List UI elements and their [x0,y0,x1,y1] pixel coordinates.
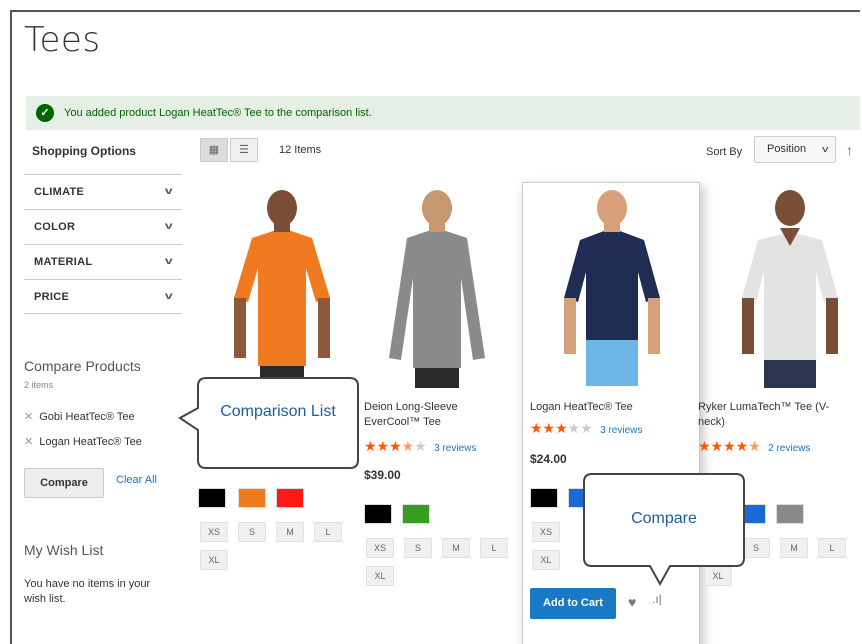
product-rating: ★★★★★ 3 reviews [530,420,642,437]
chevron-down-icon: v [164,291,174,302]
filter-label: PRICE [34,291,70,303]
product-rating: ★★★★★ 2 reviews [698,438,810,455]
rating-stars: ★★★★★ [364,438,427,454]
rating-stars: ★★★★★ [698,438,761,454]
color-swatch[interactable] [276,488,304,508]
size-swatch[interactable]: S [238,522,266,542]
callout-shape [178,377,359,469]
filter-label: CLIMATE [34,186,85,198]
compare-count: 2 items [24,380,54,390]
success-message: ✓ You added product Logan HeatTec® Tee t… [26,96,860,130]
compare-item: ✕ Logan HeatTec® Tee [24,435,142,448]
compare-item-label[interactable]: Logan HeatTec® Tee [39,436,142,448]
size-swatch[interactable]: M [442,538,470,558]
size-swatch[interactable]: S [404,538,432,558]
size-swatch[interactable]: XL [532,550,560,570]
filter-material[interactable]: MATERIAL v [24,244,182,279]
size-swatch[interactable]: L [314,522,342,542]
filter-label: MATERIAL [34,256,93,268]
product-photo [742,190,838,388]
heart-icon[interactable]: ♥ [628,594,636,610]
clear-all-link[interactable]: Clear All [116,474,157,486]
compare-callout: Compare [582,472,748,590]
rating-stars: ★★★★★ [530,420,593,436]
check-icon: ✓ [36,104,54,122]
color-swatch[interactable] [402,504,430,524]
color-swatch[interactable] [530,488,558,508]
color-swatch[interactable] [238,488,266,508]
product-price: $39.00 [364,468,401,482]
callout-text: Comparison List [220,403,336,420]
callout-shape [583,473,745,587]
page-frame: Tees ✓ You added product Logan HeatTec® … [10,10,860,644]
chevron-down-icon: v [164,256,174,267]
filter-climate[interactable]: CLIMATE v [24,174,182,209]
size-swatch[interactable]: XS [366,538,394,558]
page-title: Tees [24,20,101,60]
compare-products-title: Compare Products [24,358,141,374]
callout-text: Compare [631,510,697,527]
size-swatch[interactable]: L [818,538,846,558]
filter-color[interactable]: COLOR v [24,209,182,244]
color-swatch[interactable] [198,488,226,508]
product-price: $24.00 [530,452,567,466]
size-swatch[interactable]: M [276,522,304,542]
size-swatch[interactable]: XL [366,566,394,586]
reviews-link[interactable]: 3 reviews [434,443,476,454]
sort-by-label: Sort By [706,146,743,158]
product-image[interactable] [720,188,860,391]
compare-item-label[interactable]: Gobi HeatTec® Tee [39,411,134,423]
items-count: 12 Items [279,144,322,156]
comparison-list-callout: Comparison List [176,376,362,472]
color-swatch[interactable] [364,504,392,524]
product-image[interactable] [367,188,507,391]
size-swatch[interactable]: M [780,538,808,558]
sort-select[interactable]: Position v [754,136,836,163]
chevron-down-icon: v [164,186,174,197]
size-swatch[interactable]: XS [200,522,228,542]
product-name[interactable]: Deion Long-Sleeve EverCool™ Tee [364,400,494,430]
chevron-down-icon: v [821,144,828,154]
grid-view-icon[interactable]: ▦ [200,138,228,162]
wish-list-title: My Wish List [24,542,104,558]
size-swatch[interactable]: XS [532,522,560,542]
reviews-link[interactable]: 2 reviews [768,443,810,454]
size-swatch[interactable]: L [480,538,508,558]
add-to-cart-button[interactable]: Add to Cart [530,588,616,619]
remove-icon[interactable]: ✕ [24,411,33,423]
compare-button[interactable]: Compare [24,468,104,498]
filter-label: COLOR [34,221,76,233]
size-swatch[interactable]: XL [200,550,228,570]
sort-value: Position [767,143,807,155]
filter-price[interactable]: PRICE v [24,279,182,314]
product-image[interactable] [542,188,682,391]
shopping-options-title: Shopping Options [32,144,136,158]
compare-icon[interactable]: .ı| [652,592,662,606]
compare-item: ✕ Gobi HeatTec® Tee [24,410,135,423]
reviews-link[interactable]: 3 reviews [600,425,642,436]
remove-icon[interactable]: ✕ [24,436,33,448]
product-image[interactable] [212,188,352,391]
product-photo [389,190,485,388]
color-swatch[interactable] [776,504,804,524]
wish-list-text: You have no items in your wish list. [24,578,151,605]
product-name[interactable]: Logan HeatTec® Tee [530,400,680,415]
product-photo [564,190,660,386]
product-name[interactable]: Ryker LumaTech™ Tee (V-neck) [698,400,848,430]
product-photo [234,190,330,388]
product-rating: ★★★★★ 3 reviews [364,438,476,455]
list-view-icon[interactable]: ☰ [230,138,258,162]
sort-direction-icon[interactable]: ↑ [846,142,853,158]
success-message-text: You added product Logan HeatTec® Tee to … [64,107,372,119]
chevron-down-icon: v [164,221,174,232]
